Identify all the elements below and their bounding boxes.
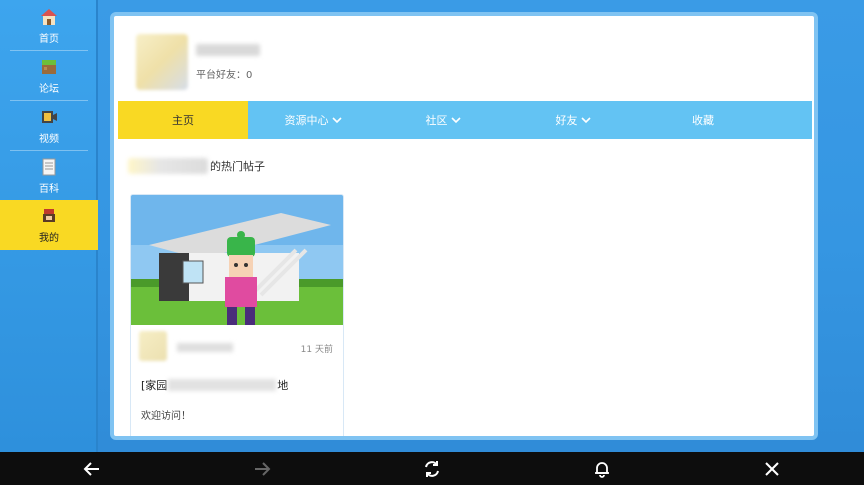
chevron-down-icon: [331, 117, 342, 124]
notification-button[interactable]: [582, 452, 622, 485]
friends-count: 平台好友：0: [196, 70, 253, 81]
username: [196, 44, 260, 56]
post-body: 欢迎访问！: [141, 411, 191, 422]
close-button[interactable]: [752, 452, 792, 485]
chevron-down-icon: [580, 117, 591, 124]
sidebar-item-forum[interactable]: 论坛: [0, 52, 98, 100]
tab-community[interactable]: 社区: [378, 101, 508, 139]
tab-favorites[interactable]: 收藏: [638, 101, 768, 139]
tab-label: 社区: [425, 114, 448, 127]
tab-friends[interactable]: 好友: [508, 101, 638, 139]
refresh-button[interactable]: [412, 452, 452, 485]
section-title: 的热门帖子: [128, 158, 265, 174]
refresh-icon: [425, 460, 439, 477]
tab-label: 好友: [555, 114, 578, 127]
bottom-navigation-bar: [0, 452, 864, 485]
post-time: 11 天前: [300, 345, 333, 355]
close-icon: [765, 461, 779, 476]
tab-bar: 主页 资源中心 社区 好友 收藏: [118, 101, 812, 139]
home-icon: [41, 8, 57, 25]
avatar[interactable]: [136, 34, 188, 90]
sidebar-item-home[interactable]: 首页: [0, 2, 98, 50]
sidebar-item-label: 我的: [39, 232, 59, 244]
back-button[interactable]: [72, 452, 112, 485]
tab-label: 收藏: [692, 114, 714, 127]
bell-icon: [595, 461, 609, 478]
post-thumbnail[interactable]: [131, 195, 343, 325]
tab-resource-center[interactable]: 资源中心: [248, 101, 378, 139]
section-title-text: 的热门帖子: [210, 160, 265, 173]
sidebar-item-label: 视频: [39, 133, 59, 145]
sidebar: 首页 论坛 视频 百科 我的: [0, 0, 98, 452]
back-arrow-icon: [83, 461, 99, 476]
forward-arrow-icon: [255, 461, 271, 476]
post-title-suffix: 地: [277, 379, 289, 392]
sidebar-item-label: 百科: [39, 183, 59, 195]
sidebar-item-video[interactable]: 视频: [0, 102, 98, 150]
blurred-text: [168, 379, 277, 391]
author-name: [177, 343, 233, 352]
divider: [10, 50, 88, 51]
profile-icon: [43, 208, 55, 222]
thumbnail-image: [131, 195, 343, 325]
blurred-username: [128, 158, 208, 174]
post-title[interactable]: [家园 地: [141, 377, 288, 393]
post-title-prefix: [家园: [141, 379, 168, 392]
tab-label: 主页: [172, 114, 194, 127]
post-card[interactable]: 11 天前 [家园 地 欢迎访问！: [130, 194, 344, 436]
divider: [10, 100, 88, 101]
tab-home[interactable]: 主页: [118, 101, 248, 139]
chevron-down-icon: [450, 117, 461, 124]
sidebar-item-label: 论坛: [39, 83, 59, 95]
wiki-icon: [42, 158, 56, 175]
video-icon: [42, 110, 57, 123]
author-avatar[interactable]: [139, 331, 167, 361]
main-panel: 平台好友：0 主页 资源中心 社区 好友 收藏 的热门帖子 11 天前 [家园 …: [110, 12, 818, 440]
sidebar-item-wiki[interactable]: 百科: [0, 152, 98, 200]
divider: [10, 150, 88, 151]
sidebar-item-mine[interactable]: 我的: [0, 200, 98, 250]
profile-header: 平台好友：0: [114, 16, 814, 102]
forum-icon: [42, 59, 56, 74]
sidebar-item-label: 首页: [39, 33, 59, 45]
forward-button[interactable]: [242, 452, 282, 485]
tab-label: 资源中心: [284, 114, 329, 127]
